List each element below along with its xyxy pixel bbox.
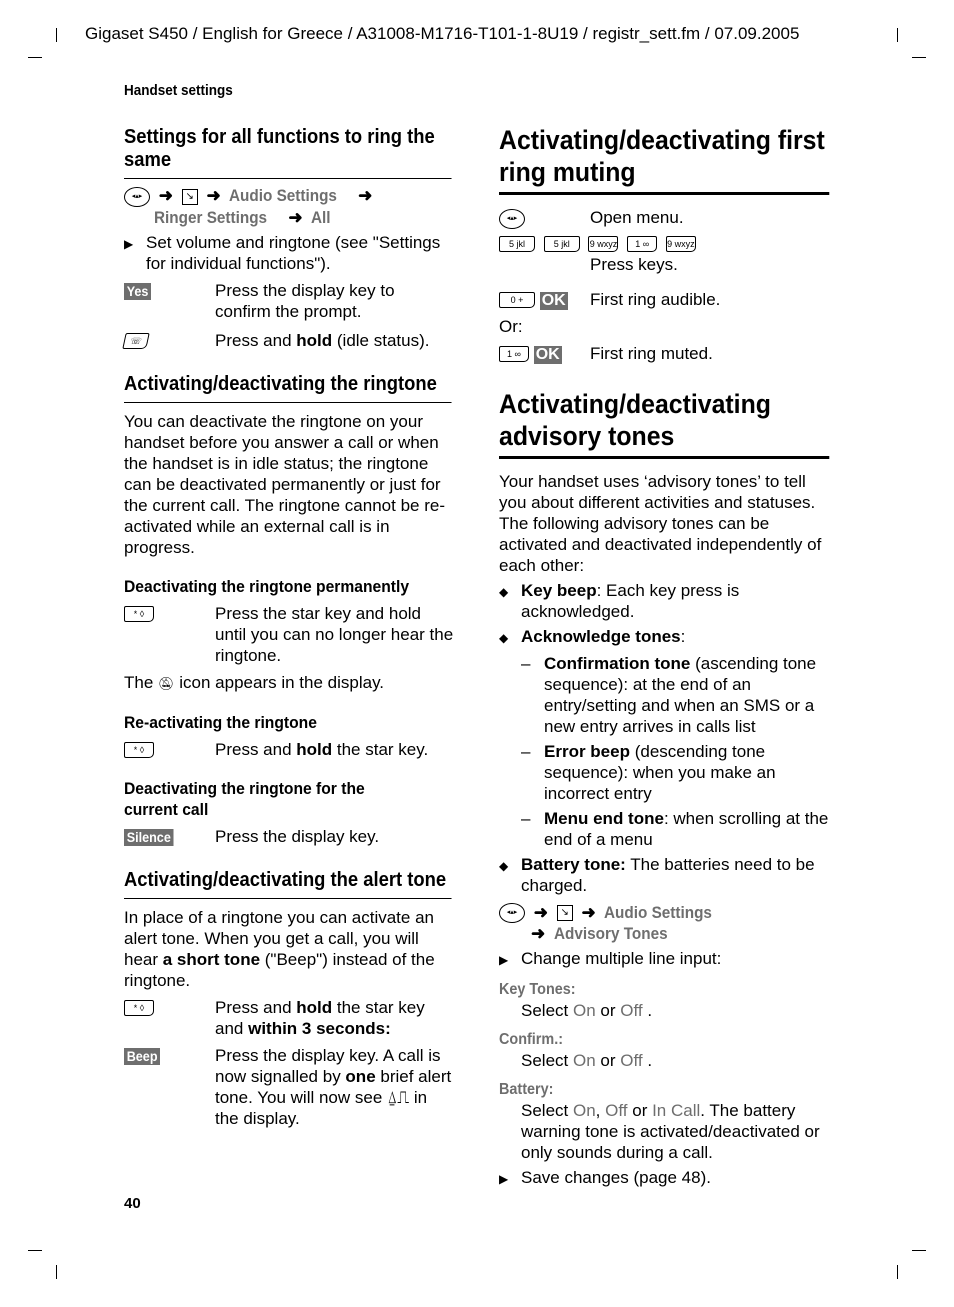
settings-tool-icon: ↘	[181, 188, 198, 205]
document-header: Gigaset S450 / English for Greece / A310…	[85, 24, 800, 43]
instruction-row: * ◊ Press and hold the star key.	[124, 739, 454, 760]
instruction-row: Silence Press the display key.	[124, 826, 454, 847]
triangle-bullet-icon: ▶	[124, 236, 134, 251]
arrow-icon: ➜	[288, 207, 303, 227]
crop-mark	[28, 57, 42, 58]
field-label-confirm: Confirm.:	[499, 1031, 563, 1049]
nav-key-icon: ◂▴▸	[124, 186, 150, 207]
icon-note: The 🔕︎ icon appears in the display.	[124, 672, 385, 692]
settings-tool-icon: ↘	[556, 905, 573, 922]
menu-item-all: All	[311, 207, 331, 227]
arrow-icon: ➜	[533, 902, 548, 922]
key-sequence: 5 jkl 5 jkl 9 wxyz 1 ∞ 9 wxyz	[499, 233, 829, 254]
step: ▶ Change multiple line input:	[499, 948, 829, 971]
field-label-key-tones: Key Tones:	[499, 981, 576, 999]
diamond-bullet-icon: ◆	[499, 584, 509, 599]
instruction-row: * ◊ Press and hold the star key and with…	[124, 997, 454, 1039]
advisory-intro: Your handset uses ‘advisory tones’ to te…	[499, 471, 822, 575]
beep-display-key: Beep	[124, 1047, 161, 1065]
key-1: 1 ∞	[499, 346, 529, 363]
crop-mark	[912, 57, 926, 58]
instruction-row: ☏ Press and hold (idle status).	[122, 330, 454, 351]
ringer-off-icon: 🔕︎	[158, 675, 175, 691]
step: ▶ Save changes (page 48).	[499, 1167, 829, 1190]
end-call-key-icon: ☏	[122, 333, 150, 350]
alert-intro: In place of a ringtone you can activate …	[124, 907, 435, 990]
crop-mark	[897, 1265, 898, 1279]
menu-path: ◂▴▸ ➜ ↘ ➜ Audio Settings ➜ Ringer Settin…	[124, 185, 454, 228]
right-column: Activating/deactivating first ring mutin…	[499, 124, 830, 1190]
list-item: – Menu end tone: when scrolling at the en…	[521, 808, 829, 849]
instruction-row: Yes Press the display key to confirm the…	[124, 280, 454, 322]
key-0: 0 +	[499, 292, 535, 309]
arrow-icon: ➜	[531, 924, 546, 944]
field-label-battery: Battery:	[499, 1081, 554, 1099]
beep-symbol-icon: ⍙⎍	[387, 1087, 410, 1107]
menu-item-advisory-tones: Advisory Tones	[553, 924, 668, 944]
yes-display-key: Yes	[124, 282, 152, 300]
arrow-icon: ➜	[581, 902, 596, 922]
diamond-bullet-icon: ◆	[499, 630, 509, 645]
instruction-row: 0 + OK First ring audible.	[499, 289, 829, 310]
menu-path: ◂▴▸ ➜ ↘ ➜ Audio Settings ➜ Advisory Tone…	[499, 902, 829, 945]
diamond-bullet-icon: ◆	[499, 858, 509, 873]
crop-mark	[28, 1250, 42, 1251]
menu-item-audio-settings: Audio Settings	[604, 902, 713, 922]
list-item: ◆ Key beep: Each key press is acknowledge…	[499, 580, 740, 621]
nav-key-icon: ◂▴▸	[499, 208, 525, 229]
key-9: 9 wxyz	[665, 236, 696, 253]
ok-display-key: OK	[539, 291, 568, 310]
crop-mark	[56, 1265, 57, 1279]
key-5: 5 jkl	[499, 236, 535, 253]
arrow-icon: ➜	[158, 186, 173, 205]
list-item: ◆ Battery tone: The batteries need to be …	[499, 854, 815, 895]
key-9: 9 wxyz	[588, 236, 619, 253]
menu-item-audio-settings: Audio Settings	[229, 186, 338, 205]
section-title-advisory-tones: Activating/deactivating advisory tones	[499, 388, 830, 459]
subsection-title-reactivate: Re-activating the ringtone	[124, 712, 317, 732]
instruction-row: 1 ∞ OK First ring muted.	[499, 343, 829, 364]
key-5: 5 jkl	[543, 236, 580, 253]
subsection-title-current-call: Deactivating the ringtone for the curren…	[124, 778, 365, 819]
star-key-icon: * ◊	[124, 1000, 154, 1017]
section-title-alert-tone: Activating/deactivating the alert tone	[124, 869, 452, 899]
instruction-row: Beep Press the display key. A call is no…	[124, 1045, 454, 1129]
ok-display-key: OK	[533, 345, 562, 364]
menu-item-ringer-settings: Ringer Settings	[154, 207, 268, 227]
section-title-ring-same: Settings for all functions to ring the s…	[124, 126, 452, 179]
list-item: ◆ Acknowledge tones:	[499, 626, 829, 649]
ringtone-intro: You can deactivate the ringtone on your …	[124, 411, 445, 557]
star-key-icon: * ◊	[124, 606, 154, 623]
star-key-icon: * ◊	[124, 742, 154, 759]
instruction-row: * ◊ Press the star key and hold until yo…	[124, 603, 454, 666]
triangle-bullet-icon: ▶	[499, 953, 509, 968]
crop-mark	[56, 28, 57, 42]
running-head: Handset settings	[124, 82, 233, 99]
arrow-icon: ➜	[206, 186, 221, 205]
section-title-ringtone: Activating/deactivating the ringtone	[124, 373, 452, 403]
list-item: – Error beep (descending tone sequence): …	[521, 741, 776, 803]
left-column: Settings for all functions to ring the s…	[122, 126, 454, 1129]
arrow-icon: ➜	[358, 186, 373, 205]
key-1: 1 ∞	[627, 236, 658, 253]
step: ▶ Set volume and ringtone (see "Settings …	[124, 232, 441, 273]
crop-mark	[912, 1250, 926, 1251]
list-item: – Confirmation tone (ascending tone seque…	[521, 653, 817, 736]
subsection-title-permanent: Deactivating the ringtone permanently	[124, 576, 410, 596]
section-title-first-ring: Activating/deactivating first ring mutin…	[499, 124, 830, 195]
instruction-row: ◂▴▸ Open menu.	[499, 207, 829, 229]
page-number: 40	[124, 1195, 141, 1212]
silence-display-key: Silence	[124, 828, 174, 846]
triangle-bullet-icon: ▶	[499, 1172, 509, 1187]
nav-key-icon: ◂▴▸	[499, 903, 525, 924]
crop-mark	[897, 28, 898, 42]
